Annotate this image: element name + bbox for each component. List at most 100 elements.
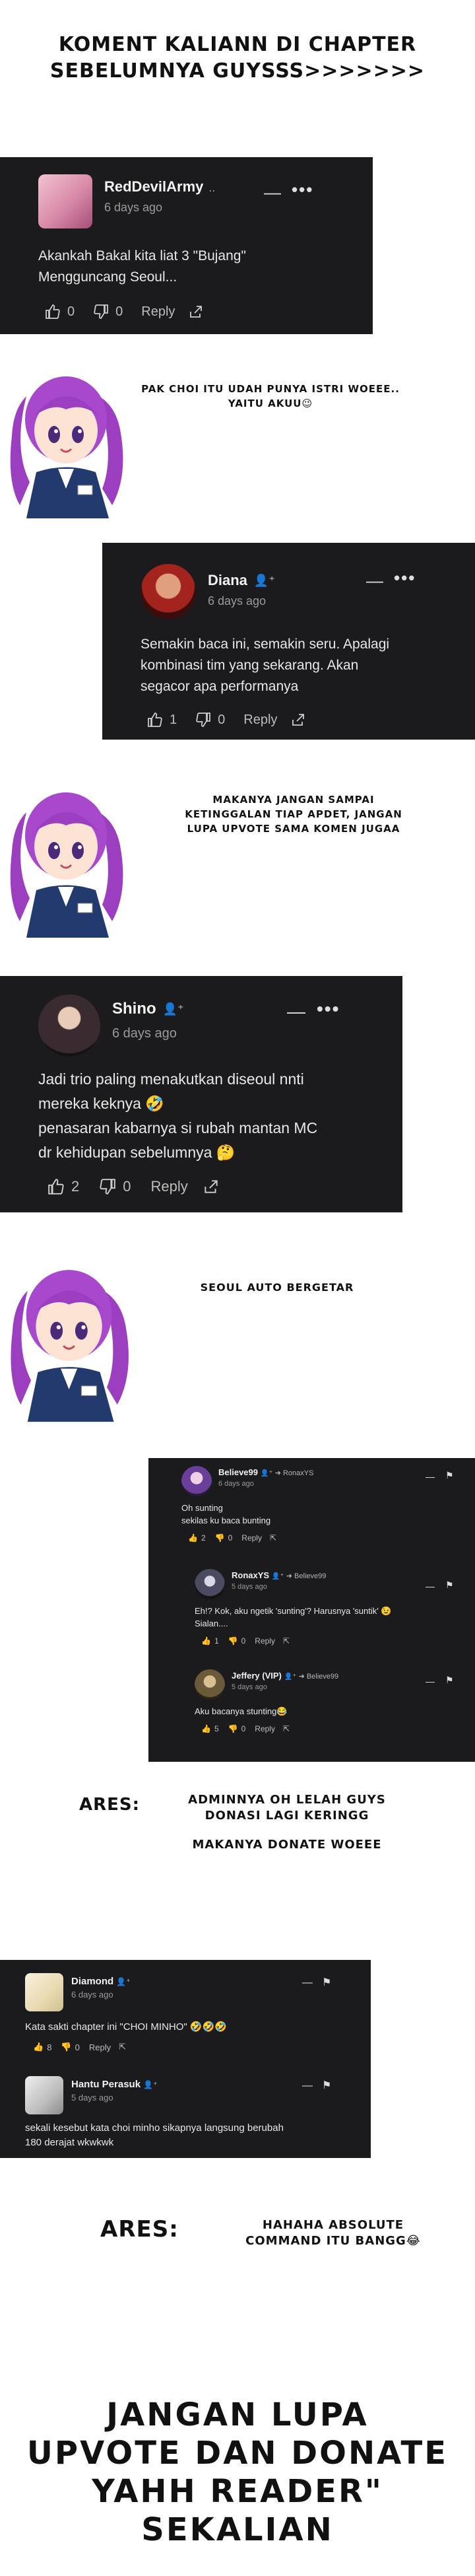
reply-button[interactable]: Reply <box>89 2042 111 2052</box>
share-icon[interactable] <box>203 1178 220 1195</box>
thumb-down-icon[interactable] <box>195 712 211 728</box>
comment-text: Mengguncang Seoul... <box>38 269 177 285</box>
timestamp: 6 days ago <box>218 1480 254 1488</box>
minus-icon[interactable]: — <box>264 182 281 203</box>
thumb-down-icon[interactable]: 👎 <box>228 1724 238 1733</box>
reply-button[interactable]: Reply <box>255 1636 275 1646</box>
avatar[interactable] <box>195 1569 225 1599</box>
flag-icon[interactable]: ⚑ <box>322 2079 331 2092</box>
avatar[interactable] <box>38 994 100 1057</box>
reply-to-label: ➜ Believe99 <box>286 1572 327 1580</box>
comment-card: Diana 👤⁺ 6 days ago — ••• Semakin baca i… <box>102 543 475 740</box>
more-icon[interactable]: ••• <box>292 180 313 200</box>
reply-to-user[interactable]: Believe99 <box>307 1673 338 1681</box>
ares-line: MAKANYA DONATE WOEEE <box>192 1838 382 1852</box>
minus-icon[interactable]: — <box>302 2080 313 2092</box>
header-title: KOMENT KALIANN DI CHAPTER SEBELUMNYA GUY… <box>0 32 475 85</box>
avatar[interactable] <box>141 564 196 619</box>
thumb-down-icon[interactable] <box>93 304 109 320</box>
comment-actions: 👍 2 👎 0 Reply ⇱ <box>188 1533 465 1543</box>
reply-button[interactable]: Reply <box>243 713 277 728</box>
minus-icon[interactable]: — <box>426 1471 435 1482</box>
minus-icon[interactable]: — <box>302 1977 313 1989</box>
reply-to-user[interactable]: Believe99 <box>294 1572 326 1580</box>
comment-actions: 1 0 Reply <box>147 712 306 728</box>
share-icon[interactable]: ⇱ <box>270 1533 276 1543</box>
person-add-icon[interactable]: 👤⁺ <box>254 574 275 588</box>
comment-text: Oh sunting <box>181 1503 223 1513</box>
avatar[interactable] <box>25 2076 63 2114</box>
thumb-up-icon[interactable] <box>48 1178 65 1195</box>
thumb-up-icon[interactable]: 👍 <box>201 1724 211 1733</box>
person-add-icon[interactable]: 👤⁺ <box>261 1470 272 1477</box>
comment-text: Kata sakti chapter ini "CHOI MINHO" 🤣🤣🤣 <box>25 2021 227 2033</box>
comment-card: RedDevilArmy.. 6 days ago — ••• Akankah … <box>0 157 373 334</box>
person-add-icon[interactable]: 👤⁺ <box>116 1977 130 1986</box>
share-icon[interactable]: ⇱ <box>283 1724 290 1733</box>
header-line-2: SEBELUMNYA GUYSSS>>>>>>> <box>49 59 426 83</box>
footer-line: YAHH READER" <box>92 2473 383 2510</box>
username[interactable]: RedDevilArmy <box>104 178 203 195</box>
ares-label: ARES: <box>100 2216 179 2243</box>
speech-line: KETINGGALAN TIAP APDET, JANGAN <box>185 808 402 820</box>
share-icon[interactable] <box>290 712 306 728</box>
comment-text: segacor apa performanya <box>141 679 299 694</box>
reply-button[interactable]: Reply <box>255 1724 275 1733</box>
thumb-up-icon[interactable]: 👍 <box>33 2042 44 2052</box>
avatar[interactable] <box>38 174 92 228</box>
reply-button[interactable]: Reply <box>241 1533 262 1543</box>
share-icon[interactable]: ⇱ <box>119 2042 126 2052</box>
comment-text: kombinasi tim yang sekarang. Akan <box>141 658 359 673</box>
share-icon[interactable] <box>188 304 204 320</box>
avatar[interactable] <box>195 1669 225 1700</box>
avatar[interactable] <box>25 1973 63 2011</box>
comment-text: Semakin baca ini, semakin seru. Apalagi <box>141 637 390 652</box>
minus-icon[interactable]: — <box>426 1676 435 1687</box>
mascot-girl-image <box>0 357 145 518</box>
reply-to-user[interactable]: RonaxYS <box>283 1469 313 1477</box>
like-count: 5 <box>214 1724 219 1733</box>
dislike-count: 0 <box>123 1178 131 1195</box>
footer-line: JANGAN LUPA <box>106 2396 369 2433</box>
thumb-down-icon[interactable]: 👎 <box>228 1636 238 1646</box>
comment-actions: 2 0 Reply <box>48 1178 220 1195</box>
flag-icon[interactable]: ⚑ <box>445 1470 454 1481</box>
share-icon[interactable]: ⇱ <box>283 1636 290 1646</box>
thumb-down-icon[interactable]: 👎 <box>61 2042 71 2052</box>
username[interactable]: Diamond <box>71 1976 113 1987</box>
username[interactable]: Believe99 <box>218 1467 258 1477</box>
thumb-up-icon[interactable]: 👍 <box>201 1636 211 1646</box>
dislike-count: 0 <box>228 1533 233 1543</box>
more-icon[interactable]: ••• <box>394 568 416 588</box>
like-count: 1 <box>170 712 177 727</box>
username[interactable]: Diana <box>208 572 247 589</box>
timestamp: 6 days ago <box>208 594 267 608</box>
person-add-icon[interactable]: 👤⁺ <box>272 1573 284 1580</box>
username[interactable]: Jeffery (VIP) <box>232 1671 282 1681</box>
more-icon[interactable]: ••• <box>317 998 340 1020</box>
reply-button[interactable]: Reply <box>141 304 175 320</box>
username[interactable]: RonaxYS <box>232 1570 269 1580</box>
thumb-down-icon[interactable]: 👎 <box>215 1533 225 1543</box>
comment-text: Akankah Bakal kita liat 3 "Bujang" <box>38 248 246 263</box>
thumb-up-icon[interactable] <box>45 304 61 320</box>
minus-icon[interactable]: — <box>426 1581 435 1591</box>
username[interactable]: Shino <box>112 1000 156 1018</box>
dislike-count: 0 <box>115 304 123 319</box>
avatar[interactable] <box>181 1466 212 1496</box>
flag-icon[interactable]: ⚑ <box>322 1976 331 1989</box>
minus-icon[interactable]: — <box>366 571 383 591</box>
person-add-icon[interactable]: 👤⁺ <box>163 1002 184 1016</box>
thumb-down-icon[interactable] <box>99 1178 116 1195</box>
username[interactable]: Hantu Perasuk <box>71 2079 141 2090</box>
footer-line: UPVOTE DAN DONATE <box>26 2435 449 2472</box>
reply-to-label: ➜ RonaxYS <box>274 1469 314 1477</box>
person-add-icon[interactable]: 👤⁺ <box>143 2080 157 2089</box>
flag-icon[interactable]: ⚑ <box>445 1675 454 1686</box>
thumb-up-icon[interactable] <box>147 712 163 728</box>
thumb-up-icon[interactable]: 👍 <box>188 1533 198 1543</box>
reply-button[interactable]: Reply <box>151 1178 188 1195</box>
person-add-icon[interactable]: 👤⁺ <box>284 1673 296 1681</box>
minus-icon[interactable]: — <box>287 1001 305 1022</box>
flag-icon[interactable]: ⚑ <box>445 1580 454 1591</box>
